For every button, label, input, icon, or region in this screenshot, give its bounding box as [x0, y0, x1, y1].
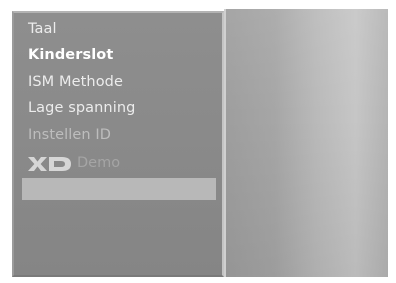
menu-item-xd-demo[interactable]: Demo — [28, 154, 120, 172]
submenu-preview-panel — [224, 9, 388, 277]
panel-shading — [226, 9, 388, 277]
xd-logo-icon — [28, 156, 72, 171]
menu-item-taal[interactable]: Taal — [28, 20, 57, 38]
menu-item-ism-methode[interactable]: ISM Methode — [28, 73, 123, 91]
selection-highlight[interactable] — [22, 178, 216, 200]
menu-item-kinderslot[interactable]: Kinderslot — [28, 46, 113, 64]
options-menu-panel: Taal Kinderslot ISM Methode Lage spannin… — [12, 11, 224, 277]
menu-item-instellen-id[interactable]: Instellen ID — [28, 126, 111, 144]
menu-item-lage-spanning[interactable]: Lage spanning — [28, 99, 135, 117]
menu-item-demo-label: Demo — [77, 155, 121, 171]
tv-screen: Taal Kinderslot ISM Methode Lage spannin… — [0, 0, 396, 283]
